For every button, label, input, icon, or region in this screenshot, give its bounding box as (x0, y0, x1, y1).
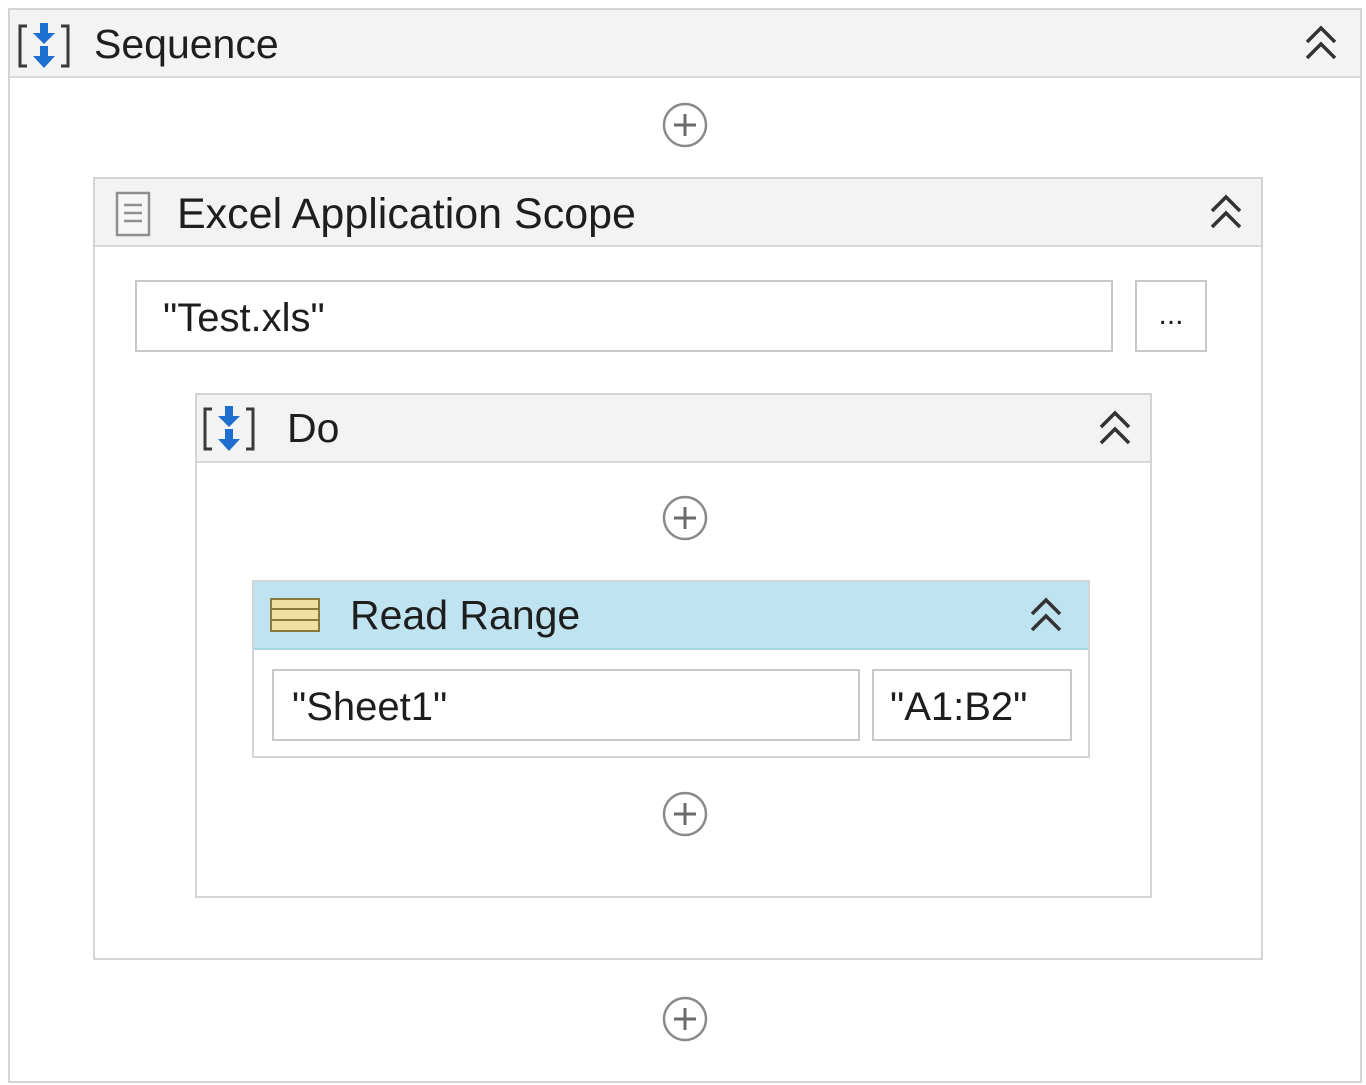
sequence-icon (16, 20, 72, 72)
spreadsheet-range-icon (269, 597, 321, 633)
document-icon (115, 191, 151, 237)
add-activity-icon[interactable] (661, 494, 709, 542)
do-header[interactable]: Do (197, 395, 1150, 463)
read-range-title: Read Range (350, 592, 581, 638)
browse-button[interactable]: ... (1135, 280, 1207, 352)
range-input[interactable]: "A1:B2" (872, 669, 1072, 741)
sequence-icon (201, 403, 257, 455)
excel-scope-header[interactable]: Excel Application Scope (95, 179, 1261, 247)
sheet-name-input[interactable]: "Sheet1" (272, 669, 860, 741)
sequence-header[interactable]: Sequence (10, 10, 1360, 78)
excel-scope-title: Excel Application Scope (177, 190, 636, 238)
sequence-collapse-icon[interactable] (1302, 22, 1340, 66)
add-activity-icon[interactable] (661, 790, 709, 838)
add-activity-icon[interactable] (661, 101, 709, 149)
excel-scope-collapse-icon[interactable] (1207, 191, 1245, 235)
read-range-header[interactable]: Read Range (254, 582, 1088, 650)
read-range-collapse-icon[interactable] (1027, 594, 1065, 638)
sequence-title: Sequence (94, 21, 279, 67)
add-activity-icon[interactable] (661, 995, 709, 1043)
read-range-activity[interactable]: Read Range "Sheet1" "A1:B2" (252, 580, 1090, 758)
do-collapse-icon[interactable] (1096, 407, 1134, 451)
workbook-path-input[interactable]: "Test.xls" (135, 280, 1113, 352)
do-title: Do (287, 405, 340, 451)
